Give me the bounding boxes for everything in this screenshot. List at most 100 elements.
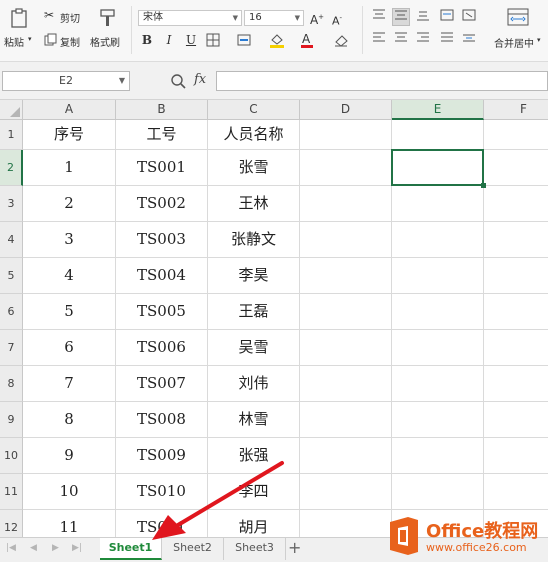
add-sheet-button[interactable]: + <box>288 538 301 558</box>
paste-button[interactable]: 粘贴 ▾ <box>4 8 34 49</box>
cell-d9[interactable] <box>300 402 392 438</box>
align-left-icon[interactable] <box>370 31 388 49</box>
fill-color-icon[interactable] <box>268 31 286 49</box>
cell-f5[interactable] <box>484 258 548 294</box>
cell-e7[interactable] <box>392 330 484 366</box>
sheet-tab-sheet3[interactable]: Sheet3 <box>224 538 286 560</box>
cell-c8[interactable]: 刘伟 <box>208 366 300 402</box>
cell-f11[interactable] <box>484 474 548 510</box>
cell-d8[interactable] <box>300 366 392 402</box>
merge-center-button[interactable]: 合并居中 ▾ <box>490 8 546 50</box>
cell-d3[interactable] <box>300 186 392 222</box>
align-bottom-icon[interactable] <box>414 8 432 26</box>
cell-f3[interactable] <box>484 186 548 222</box>
cut-button[interactable]: ✂ 剪切 <box>44 8 86 25</box>
cell-c3[interactable]: 王林 <box>208 186 300 222</box>
row-header-3[interactable]: 3 <box>0 186 23 222</box>
justify-icon[interactable] <box>438 31 456 49</box>
cell-d1[interactable] <box>300 120 392 150</box>
sheet-tab-sheet1[interactable]: Sheet1 <box>100 538 162 560</box>
name-box[interactable]: E2 ▼ <box>2 71 130 91</box>
column-header-e[interactable]: E <box>392 100 484 120</box>
cell-b4[interactable]: TS003 <box>116 222 208 258</box>
format-painter-button[interactable]: 格式刷 <box>90 8 126 49</box>
cell-e4[interactable] <box>392 222 484 258</box>
cell-a11[interactable]: 10 <box>23 474 116 510</box>
cell-b1[interactable]: 工号 <box>116 120 208 150</box>
font-name-select[interactable]: 宋体 ▼ <box>138 10 242 26</box>
align-right-icon[interactable] <box>414 31 432 49</box>
cell-f2[interactable] <box>484 150 548 186</box>
cell-b7[interactable]: TS006 <box>116 330 208 366</box>
select-all-corner[interactable] <box>0 100 23 120</box>
cell-f9[interactable] <box>484 402 548 438</box>
cell-e11[interactable] <box>392 474 484 510</box>
cell-d2[interactable] <box>300 150 392 186</box>
cell-c10[interactable]: 张强 <box>208 438 300 474</box>
cell-c1[interactable]: 人员名称 <box>208 120 300 150</box>
increase-font-icon[interactable]: A+ <box>308 8 326 27</box>
cell-c9[interactable]: 林雪 <box>208 402 300 438</box>
cell-a10[interactable]: 9 <box>23 438 116 474</box>
row-header-1[interactable]: 1 <box>0 120 23 150</box>
cell-a4[interactable]: 3 <box>23 222 116 258</box>
bold-button[interactable]: B <box>138 31 156 49</box>
decrease-font-icon[interactable]: A- <box>328 9 346 28</box>
column-header-d[interactable]: D <box>300 100 392 120</box>
cell-a3[interactable]: 2 <box>23 186 116 222</box>
font-size-select[interactable]: 16 ▼ <box>244 10 304 26</box>
copy-button[interactable]: 复制 <box>44 32 86 49</box>
border-icon[interactable] <box>204 31 222 49</box>
cell-e8[interactable] <box>392 366 484 402</box>
row-header-11[interactable]: 11 <box>0 474 23 510</box>
cell-d10[interactable] <box>300 438 392 474</box>
cell-b6[interactable]: TS005 <box>116 294 208 330</box>
cell-c4[interactable]: 张静文 <box>208 222 300 258</box>
cell-a6[interactable]: 5 <box>23 294 116 330</box>
cell-f7[interactable] <box>484 330 548 366</box>
column-header-c[interactable]: C <box>208 100 300 120</box>
cell-f4[interactable] <box>484 222 548 258</box>
row-header-8[interactable]: 8 <box>0 366 23 402</box>
cell-b9[interactable]: TS008 <box>116 402 208 438</box>
fill-handle[interactable] <box>481 183 486 188</box>
cell-f8[interactable] <box>484 366 548 402</box>
cell-e9[interactable] <box>392 402 484 438</box>
cell-a5[interactable]: 4 <box>23 258 116 294</box>
cell-e5[interactable] <box>392 258 484 294</box>
cell-d5[interactable] <box>300 258 392 294</box>
column-header-a[interactable]: A <box>23 100 116 120</box>
cell-d11[interactable] <box>300 474 392 510</box>
cell-b3[interactable]: TS002 <box>116 186 208 222</box>
row-header-7[interactable]: 7 <box>0 330 23 366</box>
cell-a1[interactable]: 序号 <box>23 120 116 150</box>
row-header-2[interactable]: 2 <box>0 150 23 186</box>
row-header-10[interactable]: 10 <box>0 438 23 474</box>
cell-b2[interactable]: TS001 <box>116 150 208 186</box>
cell-e10[interactable] <box>392 438 484 474</box>
cell-b11[interactable]: TS010 <box>116 474 208 510</box>
first-sheet-icon[interactable]: |◀ <box>6 543 16 553</box>
cell-c5[interactable]: 李昊 <box>208 258 300 294</box>
font-color-icon[interactable]: A <box>298 31 316 49</box>
align-center-icon[interactable] <box>392 31 410 49</box>
sheet-tab-sheet2[interactable]: Sheet2 <box>162 538 224 560</box>
cell-c7[interactable]: 吴雪 <box>208 330 300 366</box>
italic-button[interactable]: I <box>160 31 178 49</box>
distributed-icon[interactable] <box>460 31 478 49</box>
wrap-text-icon[interactable] <box>438 8 456 26</box>
cell-d4[interactable] <box>300 222 392 258</box>
cell-f10[interactable] <box>484 438 548 474</box>
row-header-6[interactable]: 6 <box>0 294 23 330</box>
cell-a7[interactable]: 6 <box>23 330 116 366</box>
row-header-9[interactable]: 9 <box>0 402 23 438</box>
cell-b10[interactable]: TS009 <box>116 438 208 474</box>
cell-f1[interactable] <box>484 120 548 150</box>
row-header-4[interactable]: 4 <box>0 222 23 258</box>
cell-e6[interactable] <box>392 294 484 330</box>
row-header-5[interactable]: 5 <box>0 258 23 294</box>
text-direction-icon[interactable] <box>460 8 478 26</box>
cell-b8[interactable]: TS007 <box>116 366 208 402</box>
cell-style-icon[interactable] <box>236 31 254 49</box>
column-header-b[interactable]: B <box>116 100 208 120</box>
